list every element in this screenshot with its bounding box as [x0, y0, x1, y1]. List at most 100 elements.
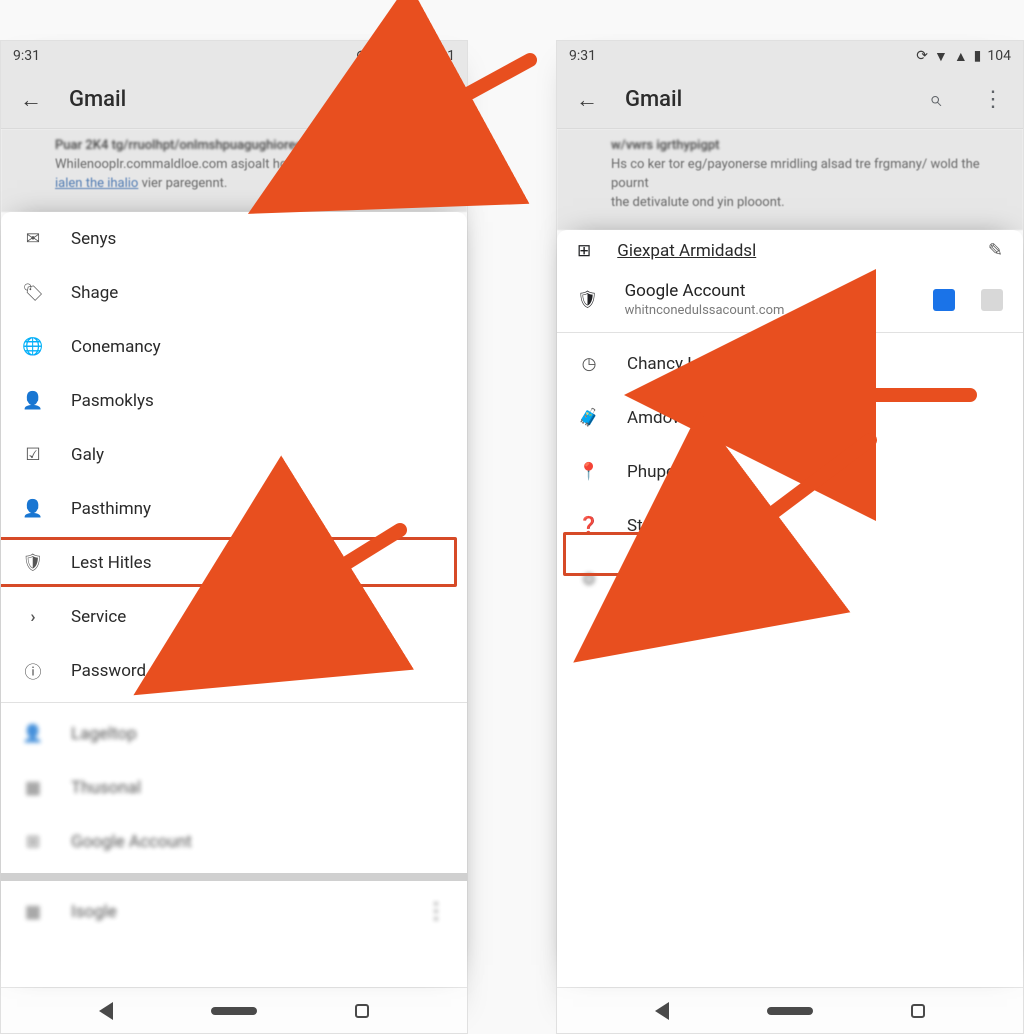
drawer-item-shage[interactable]: Shage — [1, 266, 467, 320]
account-email: whitnconedulssacount.com — [625, 303, 907, 318]
menu-item-chancy-lesion[interactable]: Chancy Lesion — [557, 337, 1023, 391]
pin-icon — [578, 462, 599, 482]
nav-back-button[interactable] — [655, 1002, 669, 1020]
back-button[interactable] — [567, 80, 607, 120]
more-button[interactable] — [973, 80, 1013, 120]
drawer-item-label: Google Account — [71, 832, 192, 852]
status-bar: 9:31 ⟳ ▼ ▲ ▮ 104 — [557, 41, 1023, 71]
phone-right: 9:31 ⟳ ▼ ▲ ▮ 104 Gmail w/vwrs igrthypigp… — [556, 40, 1024, 1034]
back-button[interactable] — [11, 80, 51, 120]
promo-line-2: the detivalute ond yin plooont. — [611, 195, 785, 210]
menu-item-label: Chancy Lesion — [627, 354, 737, 374]
globe-icon — [22, 337, 43, 357]
divider — [1, 702, 467, 703]
menu-item-phupe[interactable]: Phupe — [557, 445, 1023, 499]
mail-icon — [26, 229, 40, 249]
battery-pct: 104 — [987, 48, 1011, 64]
drawer-item-senys[interactable]: Senys — [1, 212, 467, 266]
drawer-item-label: Shage — [71, 283, 118, 303]
menu-item-amdown-happes[interactable]: Amdown happes mclicnt — [557, 391, 1023, 445]
nav-home-button[interactable] — [211, 1007, 257, 1015]
app-bar: Gmail — [1, 71, 467, 129]
system-nav-bar — [1, 987, 467, 1033]
drawer-item-label: Service — [71, 607, 126, 627]
grid-icon — [577, 241, 591, 261]
signal-icon: ▲ — [394, 48, 408, 65]
phone-left: 9:31 ⟳ ▼ ▲ ▮ 10.1 Gmail Puar 2K4 tg/rruo… — [0, 40, 468, 1034]
system-nav-bar — [557, 987, 1023, 1033]
grid-icon — [26, 832, 40, 852]
briefcase-icon — [578, 408, 599, 428]
drawer-item-pasmoklys[interactable]: Pasmoklys — [1, 374, 467, 428]
status-time: 9:31 — [569, 48, 596, 64]
check-icon — [25, 445, 40, 465]
drawer-item-lest-hitles[interactable]: Lest Hitles — [1, 536, 467, 590]
status-time: 9:31 — [13, 48, 40, 64]
nav-recent-button[interactable] — [911, 1004, 925, 1018]
menu-item-label: Phupe — [627, 462, 675, 482]
drawer-footer-label: Isogle — [71, 902, 399, 922]
account-avatar-button[interactable] — [389, 85, 419, 115]
battery-icon: ▮ — [414, 48, 422, 64]
battery-icon: ▮ — [974, 48, 982, 64]
drawer-item-lageltop: Lageltop — [1, 707, 467, 761]
drawer-item-thusonal: Thusonal — [1, 761, 467, 815]
drawer-item-label: Senys — [71, 229, 116, 249]
app-icon — [25, 902, 41, 922]
account-badge-icon — [933, 289, 955, 311]
shield-icon — [577, 290, 599, 310]
drawer-item-label: Conemancy — [71, 337, 161, 357]
account-row-google[interactable]: Google Account whitnconedulssacount.com — [557, 271, 1023, 328]
status-bar: 9:31 ⟳ ▼ ▲ ▮ 10.1 — [1, 41, 467, 71]
drawer-item-label: Lest Hitles — [71, 553, 151, 573]
promo-line: Whilenooplr.commaldloe.com asjoalt hgoge… — [55, 157, 312, 172]
drawer-item-pasthimny[interactable]: Pasthimny — [1, 482, 467, 536]
drawer-sheet-right: Giexpat Armidadsl Google Account whitnco… — [557, 230, 1023, 987]
promo-banner: w/vwrs igrthypigpt Hs co ker tor eg/payo… — [557, 129, 1023, 230]
tag-icon — [22, 283, 44, 303]
wifi-icon: ▼ — [934, 48, 948, 65]
menu-item-label: Storils — [627, 516, 675, 536]
promo-heading: Puar 2K4 tg/rruolhpt/onlmshpuagughioreet… — [55, 137, 451, 156]
divider — [1, 873, 467, 881]
nfc-icon: ⟳ — [357, 48, 369, 64]
account-row-user[interactable]: Giexpat Armidadsl — [557, 230, 1023, 271]
menu-item-storils[interactable]: Storils — [557, 499, 1023, 553]
nav-recent-button[interactable] — [355, 1004, 369, 1018]
drawer-sheet-left: Senys Shage Conemancy Pasmoklys Galy Pas… — [1, 212, 467, 987]
nav-home-button[interactable] — [767, 1007, 813, 1015]
gear-icon — [581, 570, 596, 590]
drawer-item-label: Thusonal — [71, 778, 141, 798]
divider — [557, 332, 1023, 333]
drawer-item-conemancy[interactable]: Conemancy — [1, 320, 467, 374]
drawer-footer-isogle[interactable]: Isogle — [1, 885, 467, 939]
menu-item-label: Replay Salion — [627, 570, 728, 590]
help-icon — [578, 516, 599, 536]
nav-back-button[interactable] — [99, 1002, 113, 1020]
drawer-item-label: Galy — [71, 445, 104, 465]
status-glyphs: ⟳ ▼ ▲ ▮ 104 — [916, 48, 1011, 65]
status-glyphs: ⟳ ▼ ▲ ▮ 10.1 — [357, 48, 455, 65]
drawer-item-service[interactable]: Service — [1, 590, 467, 644]
edit-icon[interactable] — [988, 240, 1003, 261]
drawer-item-label: Pasthimny — [71, 499, 151, 519]
app-title: Gmail — [625, 87, 897, 112]
person-icon — [22, 499, 43, 519]
promo-link[interactable]: ialen the ihalio — [55, 176, 138, 191]
person-icon — [22, 391, 43, 411]
battery-pct: 10.1 — [428, 48, 455, 64]
menu-item-replay-salion: Replay Salion — [557, 553, 1023, 607]
menu-item-label: Amdown happes mclicnt — [627, 408, 814, 428]
app-icon — [25, 778, 41, 798]
wifi-icon: ▼ — [374, 48, 388, 65]
badge-icon — [22, 553, 44, 573]
drawer-item-galy[interactable]: Galy — [1, 428, 467, 482]
clock-icon — [582, 354, 597, 374]
app-bar: Gmail — [557, 71, 1023, 129]
account-toggle-icon[interactable] — [981, 289, 1003, 311]
search-button[interactable] — [915, 80, 955, 120]
more-icon[interactable] — [425, 899, 447, 924]
signal-icon: ▲ — [954, 48, 968, 65]
drawer-item-password[interactable]: Password — [1, 644, 467, 698]
nfc-icon: ⟳ — [916, 48, 928, 64]
